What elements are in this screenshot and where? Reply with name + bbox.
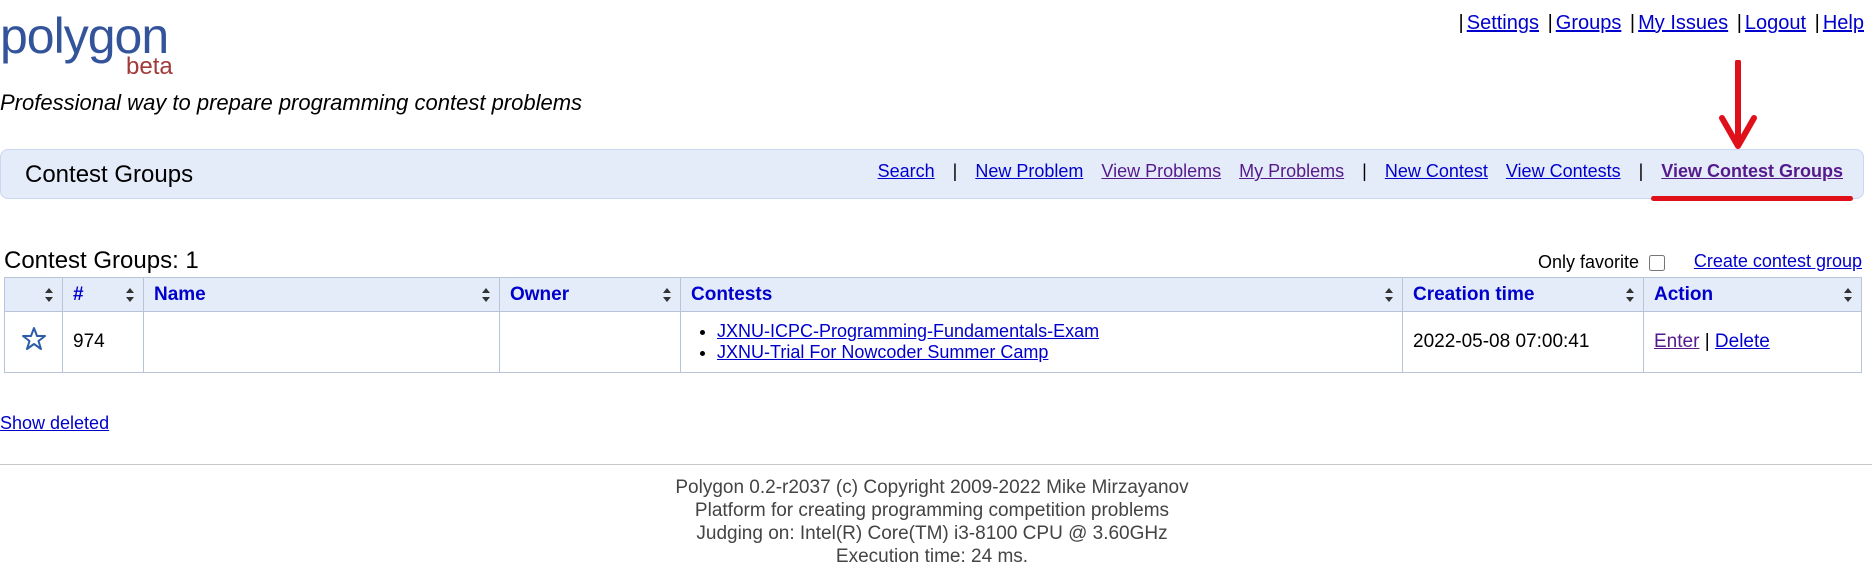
logo-beta: beta bbox=[126, 53, 173, 80]
footer: Polygon 0.2-r2037 (c) Copyright 2009-202… bbox=[0, 476, 1864, 568]
main-nav: Search | New Problem View Problems My Pr… bbox=[877, 161, 1843, 182]
col-action[interactable]: Action bbox=[1643, 277, 1862, 312]
section-heading: Contest Groups: 1 bbox=[4, 247, 199, 274]
sort-icon[interactable] bbox=[481, 287, 491, 303]
action-cell: Enter | Delete bbox=[1643, 311, 1862, 373]
id-cell: 974 bbox=[62, 311, 144, 373]
nav-new-contest[interactable]: New Contest bbox=[1385, 161, 1488, 182]
contest-link[interactable]: JXNU-Trial For Nowcoder Summer Camp bbox=[717, 342, 1048, 362]
owner-cell bbox=[499, 311, 681, 373]
footer-copyright: Polygon 0.2-r2037 (c) Copyright 2009-202… bbox=[675, 477, 1189, 498]
create-contest-group-link[interactable]: Create contest group bbox=[1694, 251, 1862, 272]
contest-link[interactable]: JXNU-ICPC-Programming-Fundamentals-Exam bbox=[717, 321, 1099, 341]
top-links: | Settings | Groups | My Issues | Logout | He… bbox=[1458, 12, 1864, 34]
groups-link[interactable]: Groups bbox=[1556, 12, 1622, 34]
show-deleted-link[interactable]: Show deleted bbox=[0, 413, 109, 434]
logout-link[interactable]: Logout bbox=[1745, 12, 1806, 34]
star-icon[interactable] bbox=[20, 325, 48, 353]
nav-search[interactable]: Search bbox=[878, 161, 935, 182]
help-link[interactable]: Help bbox=[1823, 12, 1864, 34]
my-issues-link[interactable]: My Issues bbox=[1638, 12, 1728, 34]
sort-icon[interactable] bbox=[1384, 287, 1394, 303]
contests-cell: JXNU-ICPC-Programming-Fundamentals-Exam … bbox=[680, 311, 1403, 373]
sort-icon[interactable] bbox=[44, 287, 54, 303]
tagline: Professional way to prepare programming … bbox=[0, 90, 583, 115]
nav-my-problems[interactable]: My Problems bbox=[1239, 161, 1344, 182]
down-arrow-icon bbox=[1719, 60, 1757, 149]
highlight-underline bbox=[1651, 196, 1853, 201]
nav-view-contests[interactable]: View Contests bbox=[1506, 161, 1621, 182]
sort-icon[interactable] bbox=[1843, 287, 1853, 303]
col-creation-time[interactable]: Creation time bbox=[1402, 277, 1644, 312]
page-title: Contest Groups bbox=[25, 161, 194, 188]
contest-groups-table: # Name Owner Contests Creation time Acti… bbox=[4, 277, 1862, 373]
nav-view-problems[interactable]: View Problems bbox=[1101, 161, 1221, 182]
table-header-row: # Name Owner Contests Creation time Acti… bbox=[4, 277, 1862, 312]
list-item: JXNU-ICPC-Programming-Fundamentals-Exam bbox=[717, 321, 1392, 342]
action-separator: | bbox=[1704, 331, 1710, 352]
footer-divider bbox=[0, 464, 1872, 465]
enter-link[interactable]: Enter bbox=[1654, 331, 1699, 352]
polygon-logo: polygon beta bbox=[0, 8, 190, 80]
table-row: 974 JXNU-ICPC-Programming-Fundamentals-E… bbox=[4, 311, 1862, 373]
name-cell bbox=[143, 311, 500, 373]
col-favorite[interactable] bbox=[4, 277, 63, 312]
only-favorite-label: Only favorite bbox=[1538, 252, 1640, 272]
header-bar: Contest Groups Search | New Problem View… bbox=[0, 149, 1864, 199]
delete-link[interactable]: Delete bbox=[1715, 331, 1770, 352]
footer-platform: Platform for creating programming compet… bbox=[694, 500, 1170, 521]
col-id[interactable]: # bbox=[62, 277, 144, 312]
col-contests[interactable]: Contests bbox=[680, 277, 1403, 312]
contests-list: JXNU-ICPC-Programming-Fundamentals-Exam … bbox=[691, 321, 1392, 363]
creation-time-cell: 2022-05-08 07:00:41 bbox=[1402, 311, 1644, 373]
nav-view-contest-groups[interactable]: View Contest Groups bbox=[1661, 161, 1843, 182]
footer-execution-time: Execution time: 24 ms. bbox=[835, 546, 1029, 567]
col-owner[interactable]: Owner bbox=[499, 277, 681, 312]
favorite-cell bbox=[4, 311, 63, 373]
sort-icon[interactable] bbox=[1625, 287, 1635, 303]
col-name[interactable]: Name bbox=[143, 277, 500, 312]
sort-icon[interactable] bbox=[125, 287, 135, 303]
footer-judging: Judging on: Intel(R) Core(TM) i3-8100 CP… bbox=[696, 523, 1168, 544]
only-favorite-filter[interactable]: Only favorite bbox=[1538, 252, 1666, 273]
nav-new-problem[interactable]: New Problem bbox=[975, 161, 1083, 182]
only-favorite-checkbox[interactable] bbox=[1649, 254, 1666, 271]
settings-link[interactable]: Settings bbox=[1467, 12, 1539, 34]
list-item: JXNU-Trial For Nowcoder Summer Camp bbox=[717, 342, 1392, 363]
sort-icon[interactable] bbox=[662, 287, 672, 303]
